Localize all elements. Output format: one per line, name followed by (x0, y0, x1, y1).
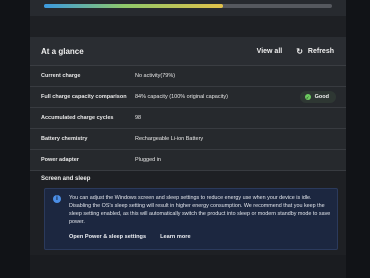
refresh-button[interactable]: ↻ Refresh (296, 47, 334, 56)
section-title: At a glance (41, 46, 84, 56)
row-power-adapter: Power adapter Plugged in (30, 150, 346, 171)
row-value: 98 (135, 115, 142, 121)
sleep-info-text: You can adjust the Windows screen and sl… (69, 195, 331, 225)
at-a-glance-header: At a glance View all ↻ Refresh (30, 37, 346, 66)
row-value: No activity(79%) (135, 73, 176, 79)
row-value: Plugged in (135, 157, 161, 163)
row-full-charge-capacity: Full charge capacity comparison 84% capa… (30, 87, 346, 108)
learn-more-link[interactable]: Learn more (160, 234, 190, 240)
battery-level-bar (44, 4, 332, 8)
row-label: Accumulated charge cycles (41, 115, 114, 121)
row-label: Current charge (41, 73, 81, 79)
row-current-charge: Current charge No activity(79%) (30, 66, 346, 87)
refresh-icon: ↻ (296, 46, 303, 56)
screen-sleep-title: Screen and sleep (41, 175, 91, 182)
sleep-info-box: i You can adjust the Windows screen and … (44, 188, 338, 250)
battery-level-fill (44, 4, 223, 8)
battery-overview-strip (30, 0, 346, 16)
view-all-link[interactable]: View all (257, 48, 283, 55)
open-power-sleep-link[interactable]: Open Power & sleep settings (69, 234, 146, 240)
status-badge: ✓ Good (299, 91, 336, 103)
checkmark-icon: ✓ (304, 94, 311, 100)
badge-label: Good (314, 94, 329, 100)
row-battery-chemistry: Battery chemistry Rechargeable Li-ion Ba… (30, 129, 346, 150)
row-label: Full charge capacity comparison (41, 94, 127, 100)
row-label: Power adapter (41, 157, 79, 163)
row-value: 84% capacity (100% original capacity) (135, 94, 228, 100)
row-label: Battery chemistry (41, 136, 88, 142)
info-icon: i (53, 195, 61, 203)
row-value: Rechargeable Li-ion Battery (135, 136, 204, 142)
row-charge-cycles: Accumulated charge cycles 98 (30, 108, 346, 129)
refresh-label: Refresh (307, 47, 334, 55)
screen-sleep-header: Screen and sleep (30, 171, 346, 186)
bottom-area (30, 255, 346, 278)
info-links: Open Power & sleep settings Learn more (69, 234, 205, 240)
